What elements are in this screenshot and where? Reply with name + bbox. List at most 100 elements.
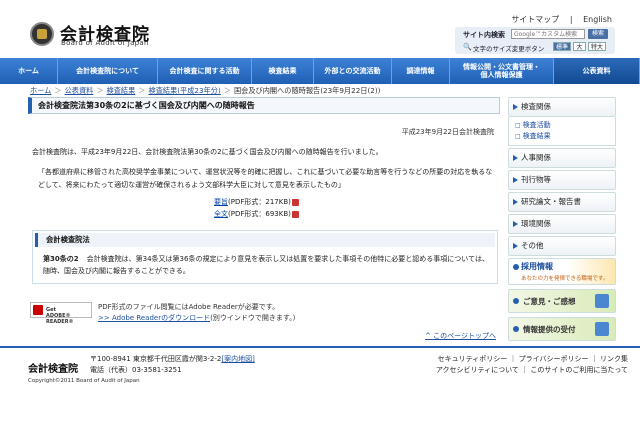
font-size-large-button[interactable]: 大 [573,42,586,51]
law-box: 会計検査院法 第30条の2 会計検査院は、第34条又は第36条の規定により意見を表… [32,230,498,284]
chevron-up-icon: ^ [425,332,431,340]
site-footer: 会計検査院 〒100-8941 東京都千代田区霞が関3-2-2[案内地図] 電話… [0,346,640,426]
font-size-xlarge-button[interactable]: 特大 [588,42,606,51]
sidebar-item-other[interactable]: その他 [508,236,616,256]
adobe-reader-badge[interactable]: Get ADOBE® READER® [30,302,92,325]
nav-about[interactable]: 会計検査院について [58,58,158,84]
bullet-icon [513,298,519,304]
sidebar-item-environment[interactable]: 環境関係 [508,214,616,234]
footer-address: 〒100-8941 東京都千代田区霞が関3-2-2[案内地図] 電話（代表）03… [90,354,255,376]
report-date: 平成23年9月22日会計検査院 [401,128,494,136]
sidebar-item-personnel[interactable]: 人事関係 [508,148,616,168]
search-label: サイト内検索 [463,31,505,39]
breadcrumb-current: 国会及び内閣への随時報告(23年9月22日(2)) [233,86,381,95]
breadcrumb-audit-results-2011[interactable]: 検査結果(平成23年分) [149,86,221,95]
adobe-reader-icon [33,305,43,315]
recruit-banner-title: 採用情報 [521,262,553,271]
font-size-icon: 🔍 [463,43,472,51]
sidebar-submenu-audit: 検査活動 検査結果 [508,117,616,146]
adobe-download-suffix: (別ウインドウで開きます。) [210,314,296,322]
logo-emblem-icon[interactable] [30,22,54,46]
feedback-banner-label: ご意見・ご感想 [523,297,576,306]
information-submission-label: 情報提供の受付 [523,325,576,334]
footer-links-row2[interactable]: アクセシビリティについて ｜ このサイトのご利用に当たって [436,365,628,376]
top-links: サイトマップ | English [503,14,612,25]
footer-map-link[interactable]: [案内地図] [221,355,254,363]
breadcrumb-separator: ＞ [96,86,104,95]
fulltext-pdf-row: 全文(PDF形式：693KB) [214,208,299,220]
nav-publications[interactable]: 公表資料 [554,58,640,84]
footer-org-name: 会計検査院 [28,364,78,375]
document-icon [595,322,609,336]
sitemap-link[interactable]: サイトマップ [511,15,559,24]
bullet-icon [513,264,519,270]
footer-address-text: 〒100-8941 東京都千代田区霞が関3-2-2 [90,355,222,363]
nav-procurement[interactable]: 調達情報 [392,58,450,84]
logo-subtitle: Board of Audit of Japan [61,39,149,47]
adobe-reader-badge-label: ADOBE® READER® [46,313,74,325]
fulltext-pdf-info: (PDF形式：693KB) [228,210,291,218]
nav-external-exchange[interactable]: 外部との交流活動 [314,58,392,84]
adobe-reader-badge-text: Get ADOBE® READER® [46,307,91,325]
summary-pdf-info: (PDF形式：217KB) [228,198,291,206]
law-article-text: 会計検査院は、第34条又は第36条の規定により意見を表示し又は処置を要求した事項… [43,255,489,275]
adobe-note-text: PDF形式のファイル閲覧にはAdobe Readerが必要です。 [98,303,280,311]
global-nav: ホーム 会計検査院について 会計検査に関する活動 検査結果 外部との交流活動 調… [0,58,640,84]
site-header: 会計検査院 Board of Audit of Japan サイトマップ | E… [0,0,640,58]
law-article: 第30条の2 [43,255,79,263]
breadcrumb-publications[interactable]: 公表資料 [65,86,94,95]
sidebar-subitem: 検査結果 [515,131,615,142]
page-title: 会計検査院法第30条の2に基づく国会及び内閣への随時報告 [28,97,500,114]
information-submission-banner[interactable]: 情報提供の受付 [508,317,616,341]
search-panel: サイト内検索 検索 🔍 文字のサイズ変更ボタン 標準 大 特大 [455,27,615,54]
fulltext-pdf-link[interactable]: 全文 [214,210,228,218]
footer-copyright: Copyright©2011 Board of Audit of Japan [28,378,140,384]
footer-address-row: 〒100-8941 東京都千代田区霞が関3-2-2[案内地図] [90,354,255,365]
report-summary-quote: 「各都道府県に移管された高校奨学金事業について、運営状況等を的確に把握し、これに… [38,168,493,189]
nav-home[interactable]: ホーム [0,58,58,84]
nav-audit-activities[interactable]: 会計検査に関する活動 [158,58,252,84]
recruit-banner[interactable]: 採用情報 あなたの力を発揮できる職場です。 [508,258,616,285]
breadcrumb-separator: ＞ [54,86,62,95]
feedback-icon [595,294,609,308]
law-text: 第30条の2 会計検査院は、第34条又は第36条の規定により意見を表示し又は処置を… [43,253,493,277]
main-content: 会計検査院法第30条の2に基づく国会及び内閣への随時報告 平成23年9月22日会… [28,97,500,340]
sidebar-subitem-audit-activities[interactable]: 検査活動 [523,121,551,129]
pdf-icon [291,210,299,218]
sidebar-item-audit[interactable]: 検査関係 [508,97,616,117]
breadcrumb-separator: ＞ [138,86,146,95]
nav-audit-results[interactable]: 検査結果 [252,58,314,84]
bullet-icon [513,326,519,332]
feedback-banner[interactable]: ご意見・ご感想 [508,289,616,313]
font-size-label: 文字のサイズ変更ボタン [473,45,545,53]
sidebar-subitem: 検査活動 [515,120,615,131]
breadcrumb-separator: ＞ [223,86,231,95]
footer-links: セキュリティポリシー ｜ プライバシーポリシー ｜ リンク集 アクセシビリティに… [436,354,628,376]
sidebar-subitem-audit-results[interactable]: 検査結果 [523,132,551,140]
breadcrumb-home[interactable]: ホーム [30,86,51,95]
breadcrumb-audit-results[interactable]: 検査結果 [107,86,136,95]
footer-links-row1[interactable]: セキュリティポリシー ｜ プライバシーポリシー ｜ リンク集 [436,354,628,365]
intro-text: 会計検査院は、平成23年9月22日、会計検査院法第30条の2に基づく国会及び内閣… [32,148,383,156]
adobe-notes: PDF形式のファイル閲覧にはAdobe Readerが必要です。 >> Adob… [98,302,295,324]
recruit-banner-subtitle: あなたの力を発揮できる職場です。 [521,276,609,282]
sidebar-item-research[interactable]: 研究論文・報告書 [508,192,616,212]
summary-pdf-link[interactable]: 要旨 [214,198,228,206]
search-input[interactable] [511,29,585,39]
pdf-icon [291,198,299,206]
english-link[interactable]: English [583,15,612,24]
adobe-download-link[interactable]: >> Adobe Readerのダウンロード [98,314,210,322]
sidebar: 検査関係 検査活動 検査結果 人事関係 刊行物等 研究論文・報告書 環境関係 そ… [508,97,616,345]
adobe-download-row: >> Adobe Readerのダウンロード(別ウインドウで開きます。) [98,313,295,324]
breadcrumb: ホーム＞公表資料＞検査結果＞検査結果(平成23年分) ＞国会及び内閣への随時報告(… [30,86,380,96]
font-size-standard-button[interactable]: 標準 [553,42,571,51]
summary-pdf-row: 要旨(PDF形式：217KB) [214,196,299,208]
report-links: 要旨(PDF形式：217KB) 全文(PDF形式：693KB) [214,196,299,220]
law-title: 会計検査院法 [35,233,495,247]
footer-phone: 電話（代表）03-3581-3251 [90,366,182,374]
search-button[interactable]: 検索 [588,29,608,39]
page-top-link[interactable]: ^ このページトップへ [425,331,496,341]
page-top-label: このページトップへ [433,332,496,340]
sidebar-item-publications[interactable]: 刊行物等 [508,170,616,190]
nav-information-disclosure[interactable]: 情報公開・公文書管理・個人情報保護 [450,58,554,84]
